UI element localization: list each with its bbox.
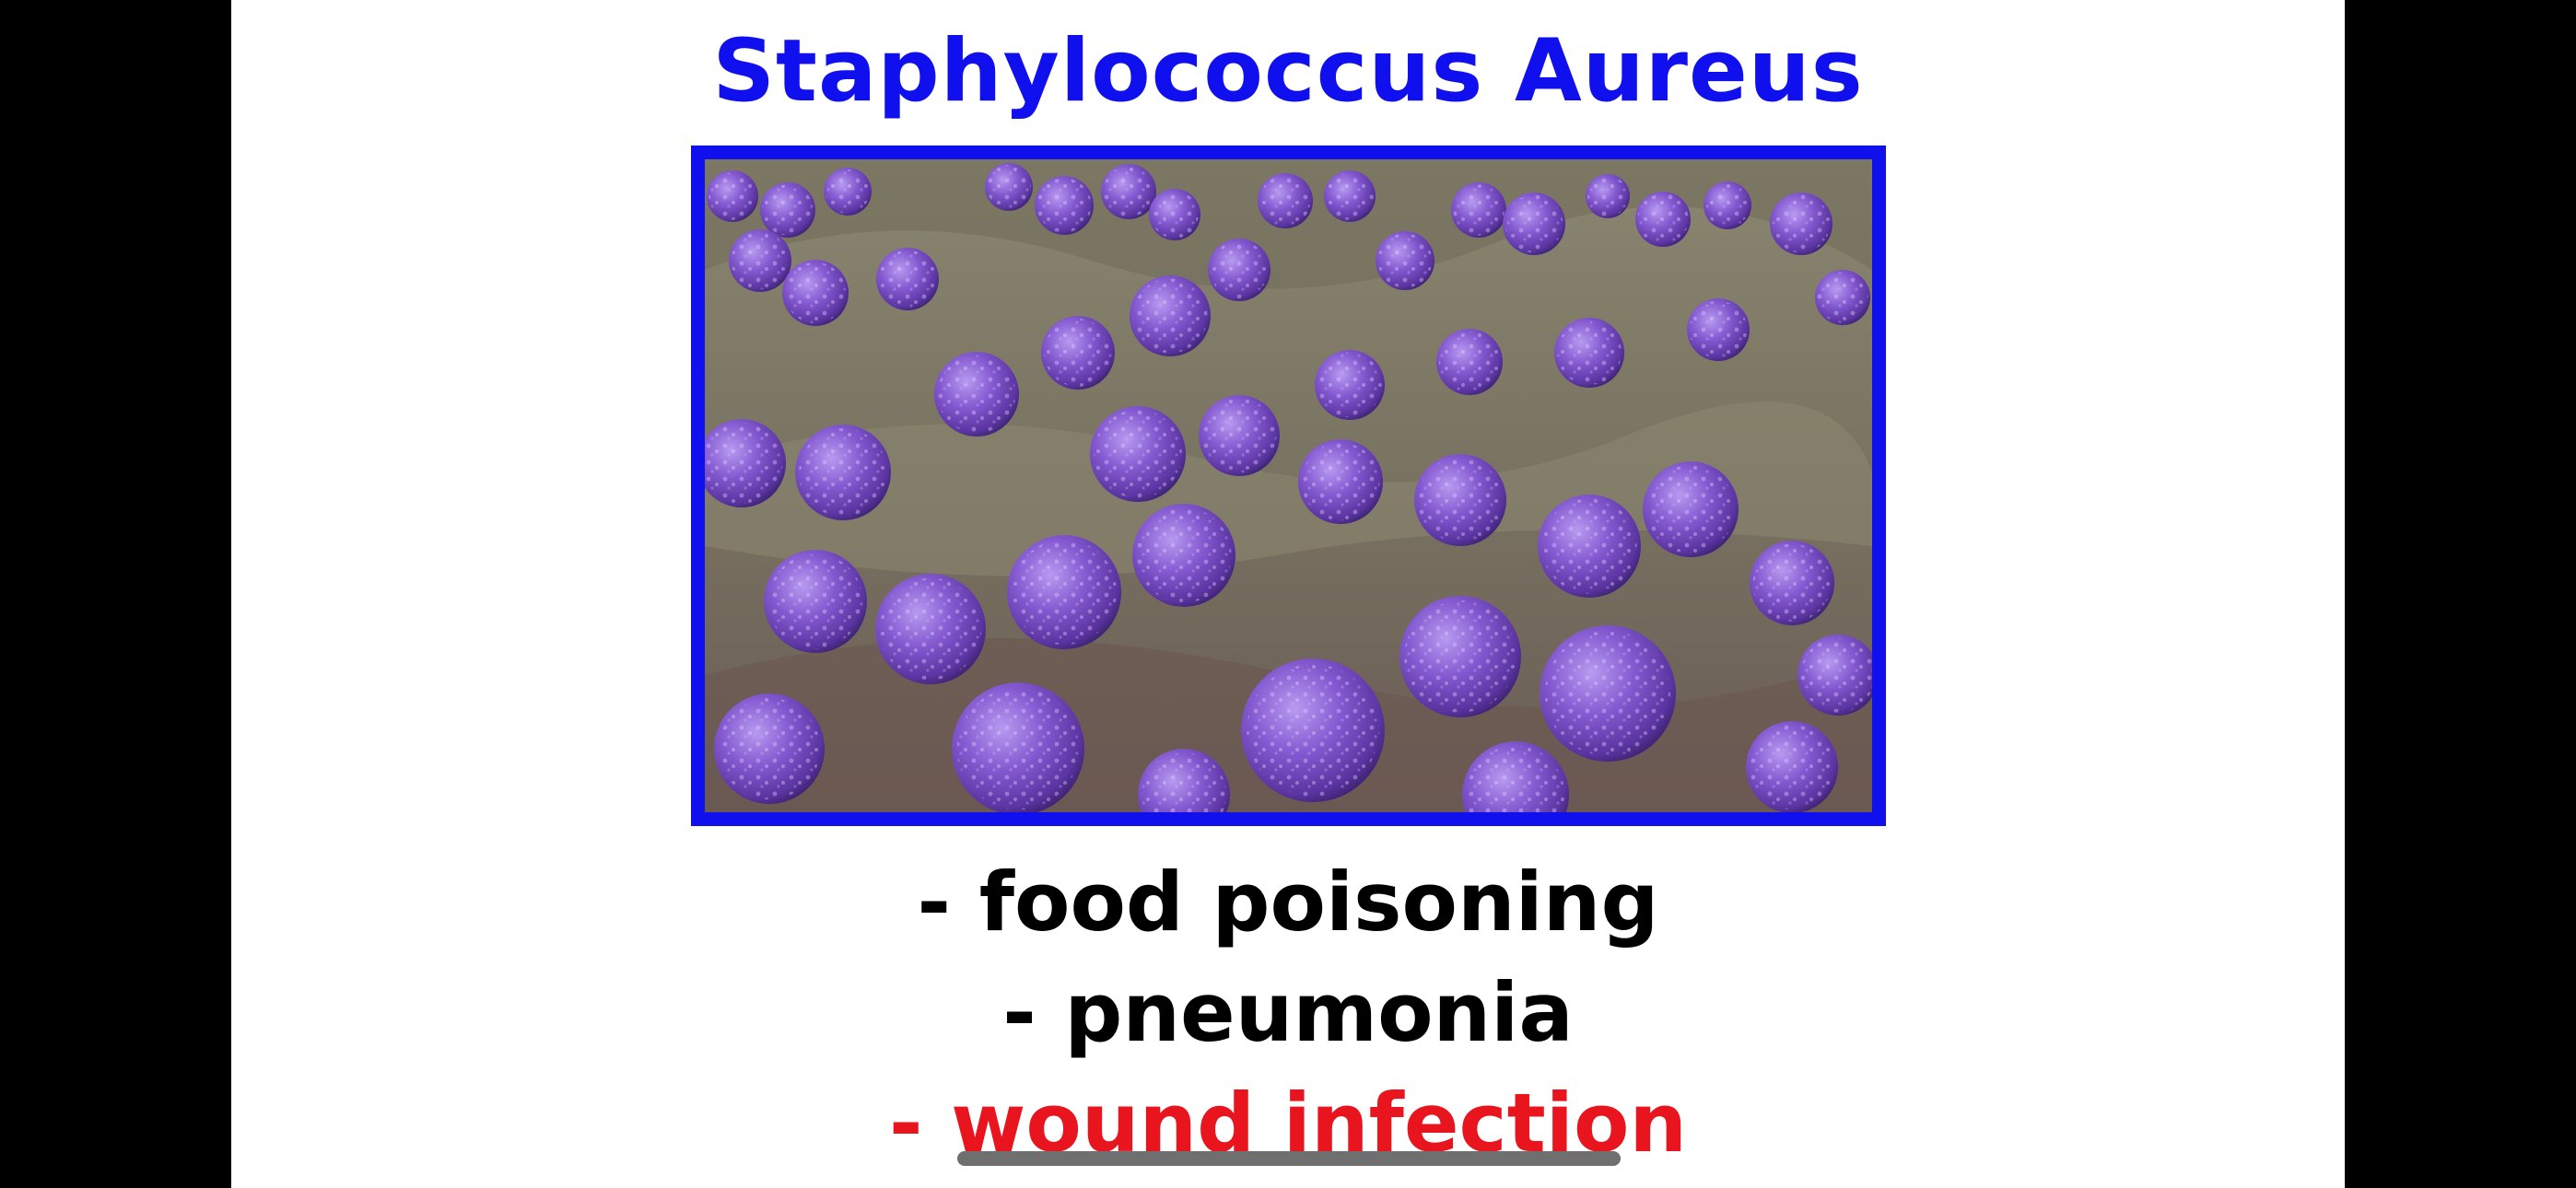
bacterium-texture-8 [1036, 178, 1092, 233]
bacteria-image [691, 146, 1886, 826]
bacterium-texture-9 [1103, 166, 1154, 217]
bacterium-texture-24 [1438, 331, 1501, 393]
bacterium-texture-31 [1094, 410, 1182, 498]
bacterium-texture-1 [708, 172, 756, 220]
bacterium-texture-36 [1646, 465, 1735, 553]
bacterium-texture-40 [879, 577, 982, 681]
bacterium-texture-5 [784, 262, 847, 324]
bacterium-texture-29 [705, 422, 783, 505]
bullet-list: - food poisoning - pneumonia - wound inf… [231, 847, 2345, 1179]
bacterium-texture-3 [825, 169, 870, 214]
bacterium-texture-23 [1557, 320, 1622, 385]
bacterium-texture-32 [1201, 398, 1277, 473]
bacterium-texture-2 [762, 184, 814, 236]
bacterium-texture-16 [1505, 194, 1563, 253]
bacterium-texture-22 [1689, 300, 1748, 359]
bacterium-texture-46 [956, 687, 1080, 810]
bacterium-texture-14 [1377, 233, 1433, 288]
bacterium-texture-10 [1151, 191, 1199, 239]
bacterium-texture-35 [1541, 498, 1637, 594]
bacterium-texture-17 [1587, 175, 1629, 217]
bacterium-texture-47 [718, 697, 821, 800]
bacterium-texture-21 [1817, 272, 1868, 323]
bacterium-texture-34 [1418, 458, 1503, 542]
bacterium-texture-26 [1132, 278, 1208, 354]
home-indicator[interactable] [957, 1151, 1621, 1166]
bacterium-texture-6 [878, 250, 937, 309]
bacterium-texture-39 [767, 553, 863, 649]
bacteria-illustration [705, 159, 1872, 812]
bacterium-texture-15 [1453, 184, 1505, 236]
bacterium-texture-42 [1136, 507, 1232, 603]
bacterium-texture-48 [1750, 725, 1834, 809]
bacterium-texture-11 [1259, 175, 1311, 227]
bacterium-texture-38 [1800, 637, 1872, 713]
bacterium-texture-45 [1247, 664, 1379, 797]
bacterium-texture-37 [1752, 543, 1832, 623]
bacterium-texture-41 [1011, 539, 1118, 646]
bullet-food-poisoning: - food poisoning [917, 855, 1659, 949]
bacterium-texture-20 [1772, 194, 1831, 253]
bacterium-texture-13 [1210, 240, 1269, 299]
bacterium-texture-18 [1637, 193, 1689, 245]
bacterium-texture-33 [1301, 442, 1380, 521]
slide: Staphylococcus Aureus - food poisoning -… [231, 0, 2345, 1188]
bacterium-texture-12 [1326, 172, 1374, 220]
bullet-pneumonia: - pneumonia [1002, 965, 1574, 1060]
bacterium-texture-44 [1544, 630, 1671, 757]
slide-title: Staphylococcus Aureus [712, 21, 1864, 122]
bacterium-texture-19 [1705, 183, 1750, 227]
bacterium-texture-43 [1404, 600, 1516, 713]
bacterium-texture-25 [1317, 353, 1382, 417]
bacterium-texture-28 [937, 355, 1016, 434]
bacterium-texture-27 [1044, 319, 1112, 387]
bacterium-texture-30 [799, 428, 887, 517]
bacterium-texture-7 [987, 165, 1031, 209]
screen: Staphylococcus Aureus - food poisoning -… [0, 0, 2576, 1188]
bacterium-texture-4 [731, 231, 790, 290]
